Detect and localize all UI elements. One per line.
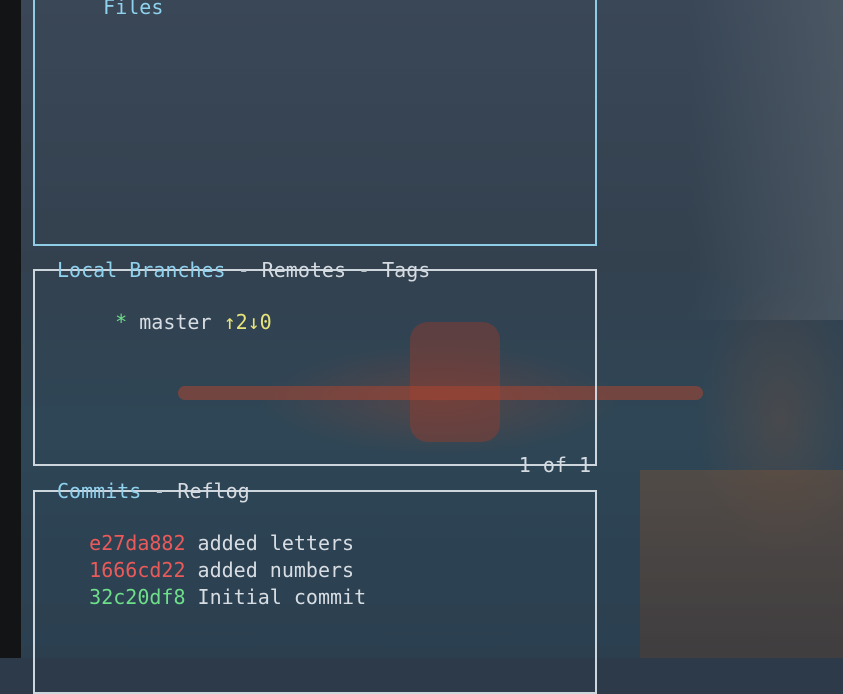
branch-tracking-status: ↑2↓0 bbox=[223, 310, 272, 334]
branches-count-footer: 1 of 1 bbox=[518, 453, 591, 477]
wallpaper-cliff bbox=[690, 0, 843, 320]
tab-commits[interactable]: Commits bbox=[57, 479, 141, 503]
branches-panel-title: Local Branches - Remotes - Tags bbox=[55, 260, 432, 280]
tab-separator: - bbox=[225, 258, 262, 282]
window-left-edge bbox=[0, 0, 21, 658]
tab-remotes[interactable]: Remotes bbox=[262, 258, 346, 282]
tab-local-branches[interactable]: Local Branches bbox=[57, 258, 226, 282]
commits-panel[interactable]: Commits - Reflog e27da882 added letters … bbox=[33, 481, 597, 694]
commits-panel-title: Commits - Reflog bbox=[55, 481, 252, 501]
commit-row[interactable]: 32c20df8 Initial commit bbox=[41, 564, 366, 630]
files-panel[interactable]: Files bbox=[33, 0, 597, 246]
tab-reflog[interactable]: Reflog bbox=[177, 479, 249, 503]
branch-name: master bbox=[139, 310, 212, 334]
wallpaper-table bbox=[640, 470, 843, 658]
files-title-label[interactable]: Files bbox=[103, 0, 163, 19]
files-panel-title: Files bbox=[53, 0, 165, 37]
tab-separator: - bbox=[141, 479, 178, 503]
current-branch-marker: * bbox=[115, 310, 128, 334]
tab-separator: - bbox=[346, 258, 383, 282]
tab-tags[interactable]: Tags bbox=[382, 258, 430, 282]
commit-message: Initial commit bbox=[197, 585, 367, 609]
commit-hash: 32c20df8 bbox=[89, 585, 186, 609]
branches-panel[interactable]: Local Branches - Remotes - Tags * master… bbox=[33, 260, 597, 475]
branch-row[interactable]: * master ↑2↓0 bbox=[67, 289, 272, 355]
